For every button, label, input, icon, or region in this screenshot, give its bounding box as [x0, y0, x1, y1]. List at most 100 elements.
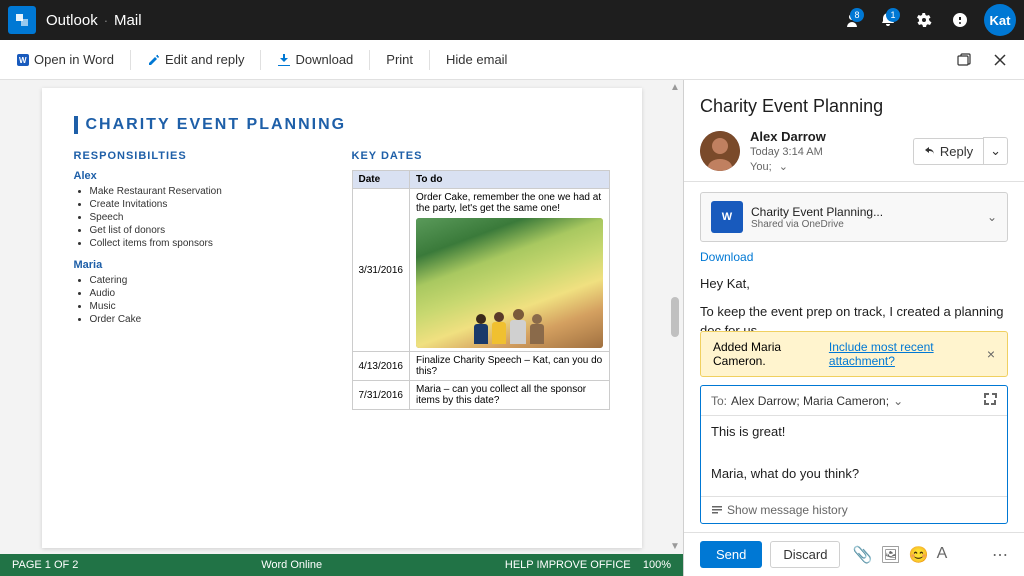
open-in-word-label: Open in Word [34, 52, 114, 67]
attachment-sub: Shared via OneDrive [751, 219, 987, 230]
print-button[interactable]: Print [378, 48, 421, 71]
email-panel: Charity Event Planning Alex Darrow Today… [684, 80, 1024, 576]
email-greeting: Hey Kat, [700, 274, 1008, 294]
notif-link[interactable]: Include most recent attachment? [829, 340, 987, 368]
reply-label: Reply [940, 144, 973, 159]
to-value: Alex Darrow; Maria Cameron; [731, 394, 889, 408]
compose-line-1: This is great! [711, 424, 997, 439]
people-button[interactable]: 8 [836, 4, 868, 36]
key-dates-table: Date To do 3/31/2016 Order Cake, remembe… [352, 170, 610, 410]
reply-compose: To: Alex Darrow; Maria Cameron; ⌄ This i… [700, 385, 1008, 524]
reply-expand-button[interactable] [983, 392, 997, 409]
more-options-button[interactable]: ⋯ [992, 545, 1008, 565]
attachment-name: Charity Event Planning... [751, 205, 987, 219]
toolbar-divider-3 [369, 50, 370, 70]
email-body-text: To keep the event prep on track, I creat… [700, 302, 1008, 332]
table-row: 3/31/2016 Order Cake, remember the one w… [352, 189, 609, 352]
help-button[interactable] [944, 4, 976, 36]
table-row: 4/13/2016 Finalize Charity Speech – Kat,… [352, 352, 609, 381]
settings-button[interactable] [908, 4, 940, 36]
responsibilities-column: RESPONSIBILTIES Alex Make Restaurant Res… [74, 150, 332, 410]
notification-bar: Added Maria Cameron. Include most recent… [700, 331, 1008, 377]
scroll-thumb[interactable] [671, 297, 679, 337]
download-label: Download [295, 52, 353, 67]
action-icons: 📎 🖼 😊 A [852, 545, 947, 565]
attachment-chevron[interactable]: ⌄ [987, 210, 997, 224]
hide-email-label: Hide email [446, 52, 507, 67]
edit-and-reply-button[interactable]: Edit and reply [139, 48, 253, 71]
bell-button[interactable]: 1 [872, 4, 904, 36]
hide-email-button[interactable]: Hide email [438, 48, 515, 71]
download-button[interactable]: Download [269, 48, 361, 71]
restore-button[interactable] [948, 44, 980, 76]
page-indicator: PAGE 1 OF 2 [12, 559, 78, 571]
word-panel: ▲ ▼ CHARITY EVENT PLANNING RESPONSIBILTI… [0, 80, 684, 576]
toolbar-divider-1 [130, 50, 131, 70]
attach-icon[interactable]: 📎 [852, 545, 872, 565]
sender-avatar [700, 131, 740, 171]
toolbar: W Open in Word Edit and reply Download P… [0, 40, 1024, 80]
image-icon[interactable]: 🖼 [880, 545, 900, 565]
download-link[interactable]: Download [700, 250, 1008, 264]
to-expand-icon[interactable]: ⌄ [893, 394, 903, 408]
title-bar-right: 8 1 Kat [836, 4, 1016, 36]
list-item: Audio [90, 288, 332, 299]
scroll-down-arrow[interactable]: ▼ [670, 541, 680, 552]
office-logo [8, 6, 36, 34]
attachment-word-icon: W [711, 201, 743, 233]
show-history-button[interactable]: Show message history [701, 496, 1007, 523]
module-name: Mail [114, 12, 142, 29]
format-icon[interactable]: A [937, 545, 948, 565]
open-in-word-button[interactable]: W Open in Word [8, 48, 122, 71]
close-button[interactable] [984, 44, 1016, 76]
email-sender-row: Alex Darrow Today 3:14 AM You; ⌄ Reply ⌄ [700, 129, 1008, 173]
sender-info: Alex Darrow Today 3:14 AM You; ⌄ [750, 129, 903, 173]
send-button[interactable]: Send [700, 541, 762, 568]
word-document: CHARITY EVENT PLANNING RESPONSIBILTIES A… [42, 88, 642, 548]
attachment-info: Charity Event Planning... Shared via One… [751, 205, 987, 230]
user-avatar[interactable]: Kat [984, 4, 1016, 36]
emoji-icon[interactable]: 😊 [909, 545, 929, 565]
list-item: Speech [90, 212, 332, 223]
table-cell-date: 3/31/2016 [352, 189, 410, 352]
attachment-box[interactable]: W Charity Event Planning... Shared via O… [700, 192, 1008, 242]
doc-title: CHARITY EVENT PLANNING [74, 116, 610, 134]
image-content [416, 218, 603, 348]
scroll-up-arrow[interactable]: ▲ [670, 82, 680, 93]
table-row: 7/31/2016 Maria – can you collect all th… [352, 381, 609, 410]
reply-button-group: Reply ⌄ [913, 137, 1008, 165]
email-header: Charity Event Planning Alex Darrow Today… [684, 80, 1024, 182]
doc-columns: RESPONSIBILTIES Alex Make Restaurant Res… [74, 150, 610, 410]
print-label: Print [386, 52, 413, 67]
title-separator: · [104, 13, 108, 28]
alex-label: Alex [74, 170, 332, 182]
reply-button[interactable]: Reply [913, 138, 983, 165]
table-cell-todo: Order Cake, remember the one we had at t… [410, 189, 610, 352]
toolbar-divider-4 [429, 50, 430, 70]
notif-close-button[interactable]: × [987, 346, 995, 362]
key-dates-column: KEY DATES Date To do 3/31/2016 [352, 150, 610, 410]
compose-line-2 [711, 445, 997, 460]
help-label: HELP IMPROVE OFFICE [505, 559, 631, 571]
table-header-date: Date [352, 171, 410, 189]
table-cell-todo: Finalize Charity Speech – Kat, can you d… [410, 352, 610, 381]
alex-list: Make Restaurant Reservation Create Invit… [90, 186, 332, 249]
app-name: Outlook [46, 12, 98, 29]
notif-text: Added Maria Cameron. [713, 340, 826, 368]
toolbar-divider-2 [260, 50, 261, 70]
table-cell-date: 7/31/2016 [352, 381, 410, 410]
user-initials: Kat [990, 13, 1011, 28]
list-item: Make Restaurant Reservation [90, 186, 332, 197]
table-cell-date: 4/13/2016 [352, 352, 410, 381]
word-doc-area[interactable]: ▲ ▼ CHARITY EVENT PLANNING RESPONSIBILTI… [0, 80, 683, 554]
reply-chevron[interactable]: ⌄ [983, 137, 1008, 165]
compose-body[interactable]: This is great! Maria, what do you think? [701, 416, 1007, 496]
maria-label: Maria [74, 259, 332, 271]
reply-actions: Send Discard 📎 🖼 😊 A ⋯ [684, 532, 1024, 576]
party-image [416, 218, 603, 348]
list-item: Order Cake [90, 314, 332, 325]
sender-name: Alex Darrow [750, 129, 903, 144]
discard-button[interactable]: Discard [770, 541, 840, 568]
list-item: Get list of donors [90, 225, 332, 236]
list-item: Collect items from sponsors [90, 238, 332, 249]
